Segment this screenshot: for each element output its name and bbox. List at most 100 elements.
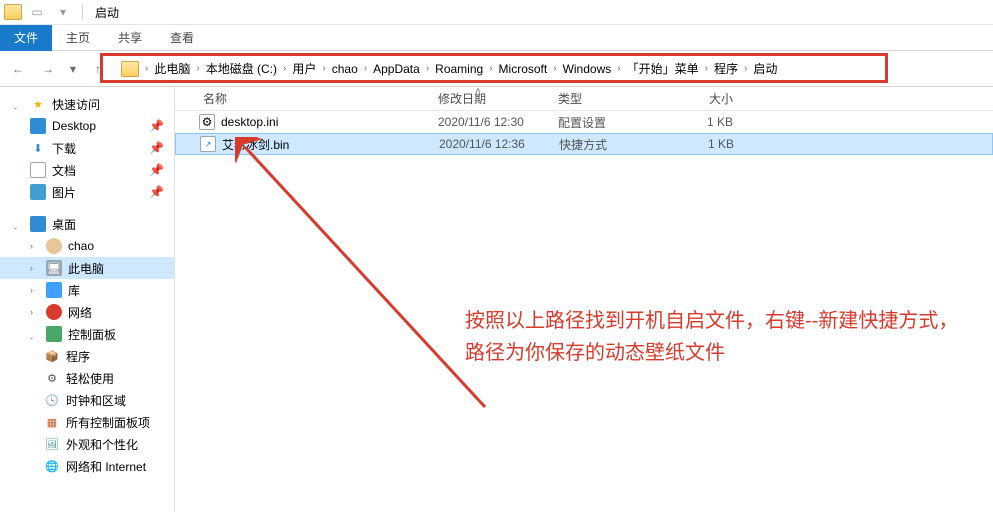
file-name: desktop.ini	[221, 115, 278, 129]
ribbon-tab-view[interactable]: 查看	[156, 25, 208, 51]
chevron-right-icon[interactable]: ›	[424, 63, 431, 74]
chevron-right-icon[interactable]: ›	[30, 307, 40, 317]
sidebar-item-label: 文档	[52, 162, 76, 179]
sidebar-item-documents[interactable]: 文档 📌	[0, 159, 174, 181]
sidebar-item-appearance[interactable]: 🖼 外观和个性化	[0, 433, 174, 455]
chevron-right-icon[interactable]: ›	[30, 241, 40, 251]
network-icon	[46, 304, 62, 320]
chevron-right-icon[interactable]: ›	[362, 63, 369, 74]
qat-new-folder[interactable]: ▾	[52, 2, 74, 22]
sidebar-item-label: 外观和个性化	[66, 436, 138, 453]
chevron-right-icon[interactable]: ›	[30, 263, 40, 273]
nav-up-button[interactable]: ↑	[86, 57, 110, 81]
crumb-this-pc[interactable]: 此电脑	[150, 60, 194, 77]
sort-indicator-icon: ˄	[475, 86, 481, 97]
ribbon-file-tab[interactable]: 文件	[0, 25, 52, 51]
address-bar[interactable]: › 此电脑› 本地磁盘 (C:)› 用户› chao› AppData› Roa…	[116, 56, 987, 82]
chevron-right-icon[interactable]: ›	[487, 63, 494, 74]
chevron-right-icon[interactable]: ›	[143, 63, 150, 74]
shortcut-icon	[200, 136, 216, 152]
chevron-right-icon[interactable]: ›	[194, 63, 201, 74]
chevron-right-icon[interactable]: ›	[281, 63, 288, 74]
ease-icon: ⚙	[44, 370, 60, 386]
crumb-chao[interactable]: chao	[328, 62, 362, 76]
chevron-down-icon[interactable]: ˬ	[14, 99, 24, 109]
crumb-startup[interactable]: 启动	[749, 60, 781, 77]
ribbon-tab-share[interactable]: 共享	[104, 25, 156, 51]
file-date: 2020/11/6 12:36	[431, 137, 551, 151]
sidebar-item-control-panel[interactable]: ˬ 控制面板	[0, 323, 174, 345]
main-area: ˬ ★ 快速访问 Desktop 📌 ⬇ 下载 📌 文档 📌 图片 📌 ˬ	[0, 87, 993, 512]
sidebar-item-desk-cn[interactable]: ˬ 桌面	[0, 213, 174, 235]
file-row[interactable]: 艾希冰剑.bin 2020/11/6 12:36 快捷方式 1 KB	[175, 133, 993, 155]
chevron-down-icon[interactable]: ˬ	[30, 329, 40, 339]
crumb-appdata[interactable]: AppData	[369, 62, 424, 76]
sidebar-item-pictures[interactable]: 图片 📌	[0, 181, 174, 203]
sidebar-item-label: 网络和 Internet	[66, 458, 146, 475]
sidebar-item-clock-region[interactable]: 🕓 时钟和区域	[0, 389, 174, 411]
column-size[interactable]: 大小	[665, 90, 745, 107]
user-icon	[46, 238, 62, 254]
annotation-text: 按照以上路径找到开机自启文件，右键--新建快捷方式，路径为你保存的动态壁纸文件	[465, 305, 975, 369]
sidebar-item-user[interactable]: › chao	[0, 235, 174, 257]
file-icon: ⚙	[199, 114, 215, 130]
crumb-programs[interactable]: 程序	[710, 60, 742, 77]
pin-icon: 📌	[149, 163, 164, 177]
pin-icon: 📌	[149, 185, 164, 199]
qat-properties[interactable]: ▭	[26, 2, 48, 22]
sidebar-item-quick-access[interactable]: ˬ ★ 快速访问	[0, 93, 174, 115]
crumb-roaming[interactable]: Roaming	[431, 62, 487, 76]
chevron-right-icon[interactable]: ›	[551, 63, 558, 74]
chevron-right-icon[interactable]: ›	[742, 63, 749, 74]
sidebar-item-all-cpl[interactable]: ▦ 所有控制面板项	[0, 411, 174, 433]
sidebar-item-ease-of-access[interactable]: ⚙ 轻松使用	[0, 367, 174, 389]
sidebar-item-label: 网络	[68, 304, 92, 321]
ribbon-tab-home[interactable]: 主页	[52, 25, 104, 51]
chevron-right-icon[interactable]: ›	[30, 285, 40, 295]
nav-row: ← → ▾ ↑ › 此电脑› 本地磁盘 (C:)› 用户› chao› AppD…	[0, 51, 993, 87]
sidebar-item-label: 下载	[52, 140, 76, 157]
sidebar-item-programs[interactable]: 📦 程序	[0, 345, 174, 367]
crumb-users[interactable]: 用户	[288, 60, 320, 77]
pc-icon: 🖥	[46, 260, 62, 276]
document-icon	[30, 162, 46, 178]
crumb-startmenu[interactable]: 「开始」菜单	[623, 60, 703, 77]
chevron-right-icon[interactable]: ›	[615, 63, 622, 74]
file-list-view: 名称 修改日期 类型 大小 ˄ ⚙ desktop.ini 2020/11/6 …	[175, 87, 993, 512]
column-name[interactable]: 名称	[175, 90, 430, 107]
pin-icon: 📌	[149, 141, 164, 155]
chevron-right-icon[interactable]: ›	[703, 63, 710, 74]
picture-icon	[30, 184, 46, 200]
titlebar: ▭ ▾ 启动	[0, 0, 993, 25]
sidebar-item-desktop[interactable]: Desktop 📌	[0, 115, 174, 137]
sidebar-item-downloads[interactable]: ⬇ 下载 📌	[0, 137, 174, 159]
sidebar-item-label: 库	[68, 282, 80, 299]
address-folder-icon	[121, 61, 139, 77]
globe-icon: 🌐	[44, 458, 60, 474]
pin-icon: 📌	[149, 119, 164, 133]
file-row[interactable]: ⚙ desktop.ini 2020/11/6 12:30 配置设置 1 KB	[175, 111, 993, 133]
annotation-arrow-icon	[235, 137, 495, 417]
sidebar-item-label: 所有控制面板项	[66, 414, 150, 431]
sidebar-item-libraries[interactable]: › 库	[0, 279, 174, 301]
programs-icon: 📦	[44, 348, 60, 364]
sidebar-item-label: 轻松使用	[66, 370, 114, 387]
column-type[interactable]: 类型	[550, 90, 665, 107]
crumb-drive-c[interactable]: 本地磁盘 (C:)	[202, 60, 281, 77]
library-icon	[46, 282, 62, 298]
chevron-down-icon[interactable]: ˬ	[14, 219, 24, 229]
nav-forward-button[interactable]: →	[36, 57, 60, 81]
crumb-windows[interactable]: Windows	[559, 62, 616, 76]
nav-back-button[interactable]: ←	[6, 57, 30, 81]
sidebar-item-net-internet[interactable]: 🌐 网络和 Internet	[0, 455, 174, 477]
crumb-microsoft[interactable]: Microsoft	[495, 62, 552, 76]
sidebar-item-this-pc[interactable]: › 🖥 此电脑	[0, 257, 174, 279]
sidebar-item-network[interactable]: › 网络	[0, 301, 174, 323]
ribbon: 文件 主页 共享 查看	[0, 25, 993, 51]
nav-recent-dropdown[interactable]: ▾	[66, 57, 80, 81]
column-date[interactable]: 修改日期	[430, 90, 550, 107]
chevron-right-icon[interactable]: ›	[320, 63, 327, 74]
star-icon: ★	[30, 96, 46, 112]
desktop-icon	[30, 216, 46, 232]
sidebar-item-label: 桌面	[52, 216, 76, 233]
